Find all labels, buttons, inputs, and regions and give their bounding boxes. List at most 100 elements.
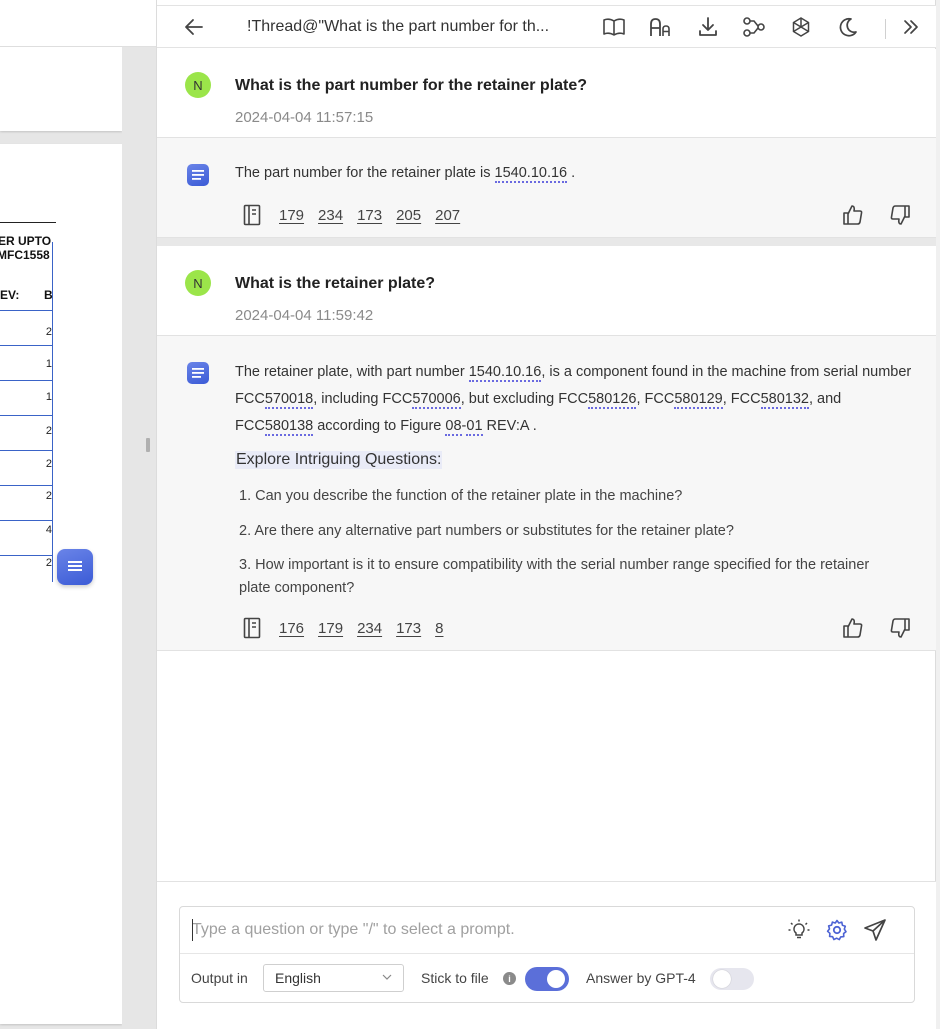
- thread-title: !Thread@"What is the part number for th.…: [247, 18, 550, 35]
- serial-number: 580138: [264, 418, 314, 436]
- chat-icon: [68, 561, 82, 571]
- conversation-divider: [157, 238, 937, 246]
- table-cell: 1: [45, 391, 52, 403]
- table-cell: 2: [45, 490, 52, 502]
- answer-text: The part number for the retainer plate i…: [235, 165, 576, 183]
- source-doc-icon: [243, 204, 261, 226]
- user-message: N What is the retainer plate? 2024-04-04…: [157, 246, 937, 336]
- serial-number: 570006: [412, 391, 461, 409]
- stick-to-file-toggle[interactable]: [525, 967, 569, 991]
- table-header-text: MFC1558: [0, 248, 50, 262]
- thumbs-down-icon[interactable]: [887, 202, 913, 228]
- reference-link[interactable]: 176: [279, 620, 304, 637]
- figure-number: 01: [466, 418, 483, 436]
- serial-number: 580132: [760, 391, 809, 409]
- timestamp: 2024-04-04 11:57:15: [235, 109, 374, 126]
- output-language-label: Output in: [191, 970, 248, 986]
- part-number: 1540.10.16: [468, 364, 542, 382]
- table-cell: 1: [45, 358, 52, 370]
- assistant-message: The part number for the retainer plate i…: [157, 138, 937, 238]
- font-size-icon[interactable]: [647, 13, 675, 41]
- table-cell: 2: [45, 326, 52, 338]
- composer-area: Output in English Stick to file i Answer…: [157, 881, 937, 1029]
- part-number: 1540.10.16: [494, 165, 568, 183]
- toggle-knob: [547, 970, 565, 988]
- thumbs-up-icon[interactable]: [840, 202, 866, 228]
- app-root: ER UPTO MFC1558 EV: B 2 1 1 2 2 2 4 2 !T…: [0, 0, 940, 1029]
- share-icon[interactable]: [740, 13, 768, 41]
- text-caret: [192, 919, 193, 941]
- timestamp: 2024-04-04 11:59:42: [235, 307, 374, 324]
- floating-chat-button[interactable]: [57, 549, 93, 585]
- table-cell: 2: [45, 557, 52, 569]
- table-rule: [0, 222, 56, 223]
- question-input[interactable]: [192, 917, 772, 943]
- double-chevron-right-icon[interactable]: [897, 13, 925, 41]
- document-toolbar: [0, 0, 156, 47]
- reference-link[interactable]: 179: [318, 620, 343, 637]
- source-doc-icon: [243, 617, 261, 639]
- download-icon[interactable]: [694, 13, 722, 41]
- document-page: [0, 47, 122, 131]
- assistant-message: The retainer plate, with part number 154…: [157, 336, 937, 651]
- book-icon[interactable]: [600, 13, 628, 41]
- table-row-line: [0, 555, 53, 556]
- thumbs-down-icon[interactable]: [887, 615, 913, 641]
- reference-link[interactable]: 205: [396, 207, 421, 224]
- table-header-text: ER UPTO: [0, 234, 52, 248]
- table-row-line: [0, 415, 53, 416]
- suggested-question[interactable]: 3. How important is it to ensure compati…: [239, 554, 889, 600]
- chat-panel: !Thread@"What is the part number for th.…: [156, 0, 937, 1029]
- user-question: What is the retainer plate?: [235, 275, 436, 292]
- rev-label: EV:: [0, 288, 20, 302]
- composer: Output in English Stick to file i Answer…: [179, 906, 915, 1003]
- suggested-question[interactable]: 2. Are there any alternative part number…: [239, 520, 889, 543]
- explore-questions-heading: Explore Intriguing Questions:: [235, 451, 443, 469]
- toggle-knob: [713, 970, 731, 988]
- reference-link[interactable]: 234: [318, 207, 343, 224]
- panel-gutter: [122, 47, 156, 1029]
- suggested-question[interactable]: 1. Can you describe the function of the …: [239, 485, 889, 508]
- send-icon[interactable]: [862, 917, 888, 943]
- assistant-icon: [187, 362, 209, 384]
- gpt4-label: Answer by GPT-4: [586, 970, 696, 986]
- table-row-line: [0, 345, 53, 346]
- table-cell: 2: [45, 425, 52, 437]
- gpt4-toggle[interactable]: [710, 968, 754, 990]
- document-viewer[interactable]: ER UPTO MFC1558 EV: B 2 1 1 2 2 2 4 2: [0, 0, 156, 1029]
- reference-link[interactable]: 173: [396, 620, 421, 637]
- info-icon[interactable]: i: [503, 972, 516, 985]
- table-cell: 4: [45, 524, 52, 536]
- resize-handle[interactable]: [146, 438, 150, 452]
- reference-link[interactable]: 179: [279, 207, 304, 224]
- table-row-line: [0, 485, 53, 486]
- reference-link[interactable]: 8: [435, 620, 443, 637]
- output-language-select[interactable]: English: [263, 964, 404, 992]
- reference-link[interactable]: 173: [357, 207, 382, 224]
- chevron-down-icon: [382, 974, 392, 980]
- avatar: N: [185, 270, 211, 296]
- serial-number: 580129: [674, 391, 723, 409]
- moon-icon[interactable]: [834, 13, 862, 41]
- reference-link[interactable]: 234: [357, 620, 382, 637]
- openai-icon[interactable]: [787, 13, 815, 41]
- window-edge: [936, 0, 940, 1029]
- lightbulb-icon[interactable]: [786, 917, 812, 943]
- reference-link[interactable]: 207: [435, 207, 460, 224]
- assistant-icon: [187, 164, 209, 186]
- answer-text: The retainer plate, with part number 154…: [235, 364, 912, 436]
- thumbs-up-icon[interactable]: [840, 615, 866, 641]
- selected-language: English: [275, 970, 321, 986]
- figure-number: 08: [445, 418, 462, 436]
- table-row-line: [0, 450, 53, 451]
- table-cell: 2: [45, 458, 52, 470]
- header-divider: [885, 19, 886, 39]
- back-arrow-icon[interactable]: [180, 13, 208, 41]
- avatar: N: [185, 72, 211, 98]
- gear-icon[interactable]: [824, 917, 850, 943]
- table-row-line: [0, 380, 53, 381]
- composer-divider: [180, 953, 914, 954]
- user-question: What is the part number for the retainer…: [235, 77, 588, 94]
- user-message: N What is the part number for the retain…: [157, 49, 937, 138]
- stick-to-file-label: Stick to file: [421, 970, 489, 986]
